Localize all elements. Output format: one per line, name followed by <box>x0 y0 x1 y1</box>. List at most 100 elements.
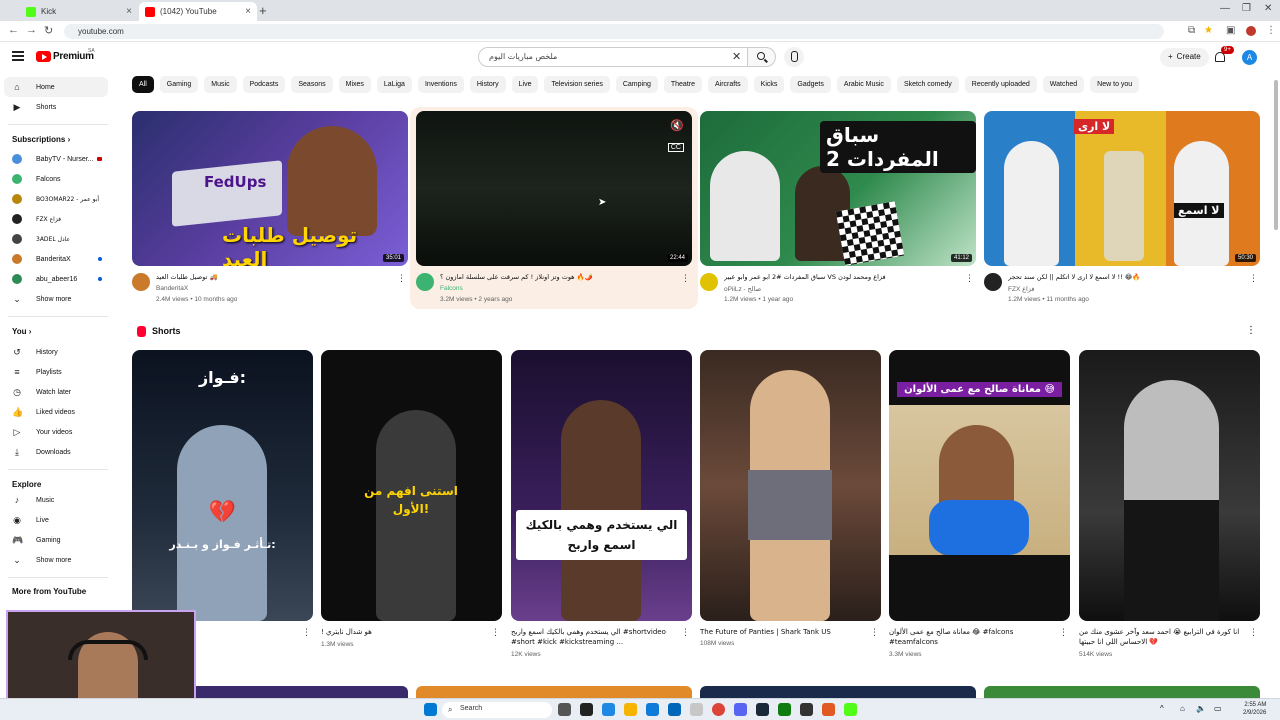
chip-inventions[interactable]: Inventions <box>417 76 464 93</box>
chip-gadgets[interactable]: Gadgets <box>790 76 831 93</box>
file-explorer-icon[interactable] <box>624 703 637 716</box>
more-actions-icon[interactable]: ⋮ <box>1059 627 1068 638</box>
more-actions-icon[interactable]: ⋮ <box>870 627 879 638</box>
short-title[interactable]: انا كورة في الترابيع 😭 احمد سعد وآخر عشو… <box>1079 627 1244 647</box>
short-title[interactable]: ! هو شدال نايتري <box>321 627 486 637</box>
task-view-icon[interactable] <box>558 703 571 716</box>
xbox-icon[interactable] <box>778 703 791 716</box>
chip-live[interactable]: Live <box>511 76 539 93</box>
shorts-more-icon[interactable]: ⋮ <box>1246 325 1256 336</box>
video-title[interactable]: هوت وتز اونلاز ! كم سرقت على سلسلة امازو… <box>440 273 678 281</box>
discord-icon[interactable] <box>734 703 747 716</box>
video-thumbnail[interactable]: سباق المفردات 2 41:12 <box>700 111 976 266</box>
network-icon[interactable]: ⌂ <box>1180 704 1185 713</box>
channel-avatar[interactable] <box>132 273 150 291</box>
subscriptions-heading[interactable]: Subscriptions › <box>12 135 70 144</box>
mute-icon[interactable]: 🔇 <box>670 119 684 132</box>
sidebar-item-home[interactable]: ⌂ Home <box>4 77 108 97</box>
short-title[interactable]: The Future of Panties | Shark Tank US <box>700 627 865 637</box>
chrome-icon[interactable] <box>712 703 725 716</box>
short-thumbnail[interactable] <box>1079 350 1260 621</box>
app-icon[interactable] <box>690 703 703 716</box>
sidebar-item-gaming[interactable]: 🎮 Gaming <box>4 530 108 550</box>
more-actions-icon[interactable]: ⋮ <box>397 273 406 284</box>
video-thumbnail[interactable]: لا ارى لا اسمع 50:30 <box>984 111 1260 266</box>
short-thumbnail[interactable]: الي يستخدم وهمي بالكيك اسمع واربح <box>511 350 692 621</box>
chip-laliga[interactable]: LaLiga <box>376 76 412 93</box>
subscription-item[interactable]: FZX فزاع <box>4 209 108 229</box>
battery-icon[interactable]: ▭ <box>1214 704 1222 713</box>
short-thumbnail[interactable]: معاناة صالح مع عمى الألوان 😅 <box>889 350 1070 621</box>
browser-menu-icon[interactable]: ⋮ <box>1266 25 1276 36</box>
more-actions-icon[interactable]: ⋮ <box>1249 273 1258 284</box>
chip-podcasts[interactable]: Podcasts <box>242 76 286 93</box>
kick-app-icon[interactable] <box>844 703 857 716</box>
sidebar-item-playlists[interactable]: ≡ Playlists <box>4 362 108 382</box>
address-bar[interactable]: youtube.com <box>64 24 1164 39</box>
search-button[interactable] <box>748 47 776 67</box>
chip-aircrafts[interactable]: Aircrafts <box>707 76 748 93</box>
chip-music[interactable]: Music <box>204 76 237 93</box>
more-actions-icon[interactable]: ⋮ <box>491 627 500 638</box>
app-icon[interactable] <box>822 703 835 716</box>
forward-icon[interactable]: → <box>26 24 37 36</box>
account-avatar[interactable]: A <box>1242 50 1257 65</box>
show-more-explore[interactable]: ⌄ Show more <box>4 550 108 570</box>
volume-icon[interactable]: 🔈 <box>1196 704 1206 713</box>
chip-watched[interactable]: Watched <box>1042 76 1085 93</box>
short-thumbnail[interactable]: استنى افهم من الأول! <box>321 350 502 621</box>
youtube-logo-icon[interactable] <box>36 51 51 62</box>
new-tab-button[interactable]: + <box>259 3 267 18</box>
profile-avatar[interactable] <box>1246 26 1256 36</box>
chip-television-series[interactable]: Television series <box>544 76 610 93</box>
widgets-icon[interactable] <box>602 703 615 716</box>
you-heading[interactable]: You › <box>12 327 31 336</box>
chip-recently-uploaded[interactable]: Recently uploaded <box>964 76 1037 93</box>
steam-icon[interactable] <box>756 703 769 716</box>
short-thumbnail[interactable] <box>700 350 881 621</box>
subscription-item[interactable]: abu_abeer16 <box>4 269 108 289</box>
page-scrollbar[interactable] <box>1274 80 1278 230</box>
channel-name[interactable]: oPiiLz - صالح <box>724 285 761 293</box>
subscription-item[interactable]: BanderitaX <box>4 249 108 269</box>
channel-name[interactable]: FZX فزاع <box>1008 285 1034 293</box>
store-icon[interactable] <box>668 703 681 716</box>
browser-tab-kick[interactable]: Kick × <box>20 2 138 21</box>
channel-avatar[interactable] <box>984 273 1002 291</box>
chip-theatre[interactable]: Theatre <box>663 76 702 93</box>
obs-icon[interactable] <box>800 703 813 716</box>
install-icon[interactable]: ⧉ <box>1188 25 1195 36</box>
create-button[interactable]: + Create <box>1160 48 1209 67</box>
video-title[interactable]: لا اسمع لا ارى لا اتكلم || لكن سند تحجر … <box>1008 273 1246 281</box>
hamburger-menu-icon[interactable] <box>12 51 24 61</box>
chip-all[interactable]: All <box>132 76 154 93</box>
browser-tab-youtube[interactable]: (1042) YouTube × <box>139 2 257 21</box>
sidebar-item-history[interactable]: ↺ History <box>4 342 108 362</box>
chip-kicks[interactable]: Kicks <box>753 76 785 93</box>
reload-icon[interactable]: ↻ <box>44 24 53 37</box>
short-thumbnail[interactable]: فـواز: 💔 تـأثـر فـواز و بـنـدر: <box>132 350 313 621</box>
channel-name[interactable]: Falcons <box>440 285 463 292</box>
channel-name[interactable]: BanderitaX <box>156 285 188 292</box>
video-title[interactable]: توصيل طلبات العيد 🚚 <box>156 273 394 281</box>
show-more-subscriptions[interactable]: ⌄ Show more <box>4 289 108 309</box>
search-input[interactable]: ملخص مباريات اليوم <box>478 47 748 67</box>
more-actions-icon[interactable]: ⋮ <box>965 273 974 284</box>
sidebar-item-liked-videos[interactable]: 👍 Liked videos <box>4 402 108 422</box>
taskbar-search[interactable]: ⌕ Search <box>442 702 552 718</box>
channel-avatar[interactable] <box>700 273 718 291</box>
restore-icon[interactable]: ❐ <box>1242 3 1251 14</box>
sidebar-item-downloads[interactable]: ⤓ Downloads <box>4 442 108 462</box>
video-preview-player[interactable]: 🔇 CC ➤ 22:44 <box>416 111 692 266</box>
windows-start-icon[interactable] <box>424 703 437 716</box>
sidebar-item-live[interactable]: ◉ Live <box>4 510 108 530</box>
chip-mixes[interactable]: Mixes <box>338 76 371 93</box>
short-title[interactable]: معاناة صالح مع عمى الألوان 😂 #falcons #t… <box>889 627 1054 647</box>
captions-icon[interactable]: CC <box>667 143 684 152</box>
video-thumbnail[interactable]: FedUps توصيل طلبات العيد 35:01 <box>132 111 408 266</box>
sidebar-item-your-videos[interactable]: ▷ Your videos <box>4 422 108 442</box>
edge-icon[interactable] <box>646 703 659 716</box>
taskbar-clock[interactable]: 2:55 AM 2/9/2026 <box>1243 701 1266 717</box>
more-actions-icon[interactable]: ⋮ <box>681 273 690 284</box>
minimize-icon[interactable]: — <box>1220 3 1230 14</box>
